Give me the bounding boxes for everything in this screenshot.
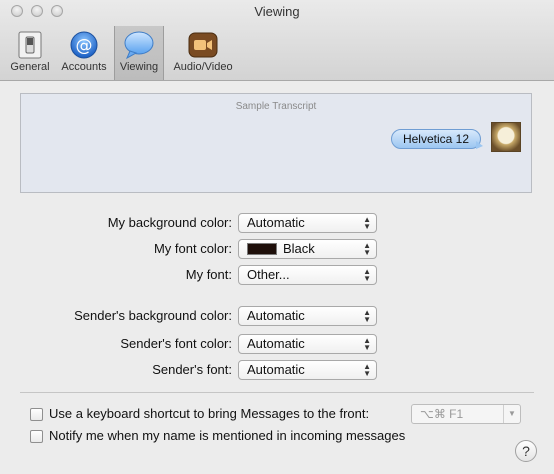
at-sign-icon: @ [70, 31, 98, 59]
sender-font-color-value: Automatic [247, 336, 305, 351]
up-down-arrows-icon: ▲ ▼ [363, 267, 371, 283]
avatar [491, 122, 521, 152]
shortcut-field[interactable]: ⌥⌘ F1 ▼ [411, 404, 521, 424]
title-bar: Viewing General @ Accounts Viewing Audio… [0, 0, 554, 81]
my-background-color-select[interactable]: Automatic ▲ ▼ [238, 213, 377, 233]
switch-icon [18, 31, 42, 59]
shortcut-option: Use a keyboard shortcut to bring Message… [30, 406, 370, 422]
my-font-label: My font: [185, 267, 232, 282]
up-down-arrows-icon: ▲ ▼ [363, 215, 371, 231]
shortcut-checkbox[interactable] [30, 408, 43, 422]
help-button[interactable]: ? [515, 440, 537, 462]
preferences-window: Viewing General @ Accounts Viewing Audio… [0, 0, 554, 474]
sender-background-color-select[interactable]: Automatic ▲ ▼ [238, 306, 377, 326]
sender-font-label: Sender's font: [152, 362, 232, 377]
sender-font-color-label: Sender's font color: [120, 336, 232, 351]
svg-text:@: @ [76, 36, 93, 56]
tab-audio-video[interactable]: Audio/Video [166, 26, 240, 80]
my-font-select[interactable]: Other... ▲ ▼ [238, 265, 377, 285]
sender-font-select[interactable]: Automatic ▲ ▼ [238, 360, 377, 380]
my-background-color-value: Automatic [247, 215, 305, 230]
chevron-down-icon[interactable]: ▼ [503, 405, 520, 423]
up-down-arrows-icon: ▲ ▼ [363, 362, 371, 378]
message-bubble-tail [476, 141, 483, 149]
tab-viewing[interactable]: Viewing [114, 26, 164, 80]
preview-title: Sample Transcript [235, 101, 317, 112]
shortcut-value: ⌥⌘ F1 [420, 407, 464, 421]
tab-accounts[interactable]: @ Accounts [56, 26, 112, 80]
notify-option: Notify me when my name is mentioned in i… [30, 428, 406, 444]
message-bubble: Helvetica 12 [391, 129, 481, 149]
divider [20, 392, 534, 393]
my-font-color-value: Black [283, 241, 315, 256]
tab-audio-video-label: Audio/Video [173, 61, 233, 73]
sample-transcript-preview: Sample Transcript Helvetica 12 [20, 93, 532, 193]
sender-background-color-value: Automatic [247, 308, 305, 323]
up-down-arrows-icon: ▲ ▼ [363, 336, 371, 352]
notify-checkbox[interactable] [30, 430, 43, 444]
sender-background-color-label: Sender's background color: [74, 308, 232, 323]
up-down-arrows-icon: ▲ ▼ [363, 241, 371, 257]
my-background-color-label: My background color: [107, 215, 232, 230]
tab-general[interactable]: General [6, 26, 54, 80]
up-down-arrows-icon: ▲ ▼ [363, 308, 371, 324]
window-title: Viewing [254, 4, 300, 19]
my-font-color-label: My font color: [153, 241, 232, 256]
tab-viewing-label: Viewing [119, 61, 159, 73]
color-swatch [247, 242, 277, 255]
notify-label: Notify me when my name is mentioned in i… [49, 428, 406, 443]
sender-font-value: Automatic [247, 362, 305, 377]
my-font-color-select[interactable]: Black ▲ ▼ [238, 239, 377, 259]
my-font-value: Other... [247, 267, 290, 282]
tab-accounts-label: Accounts [61, 61, 107, 73]
tab-general-label: General [10, 61, 50, 73]
sender-font-color-select[interactable]: Automatic ▲ ▼ [238, 334, 377, 354]
video-camera-icon [188, 32, 218, 58]
speech-bubble-icon [124, 31, 154, 60]
shortcut-label: Use a keyboard shortcut to bring Message… [49, 406, 370, 421]
